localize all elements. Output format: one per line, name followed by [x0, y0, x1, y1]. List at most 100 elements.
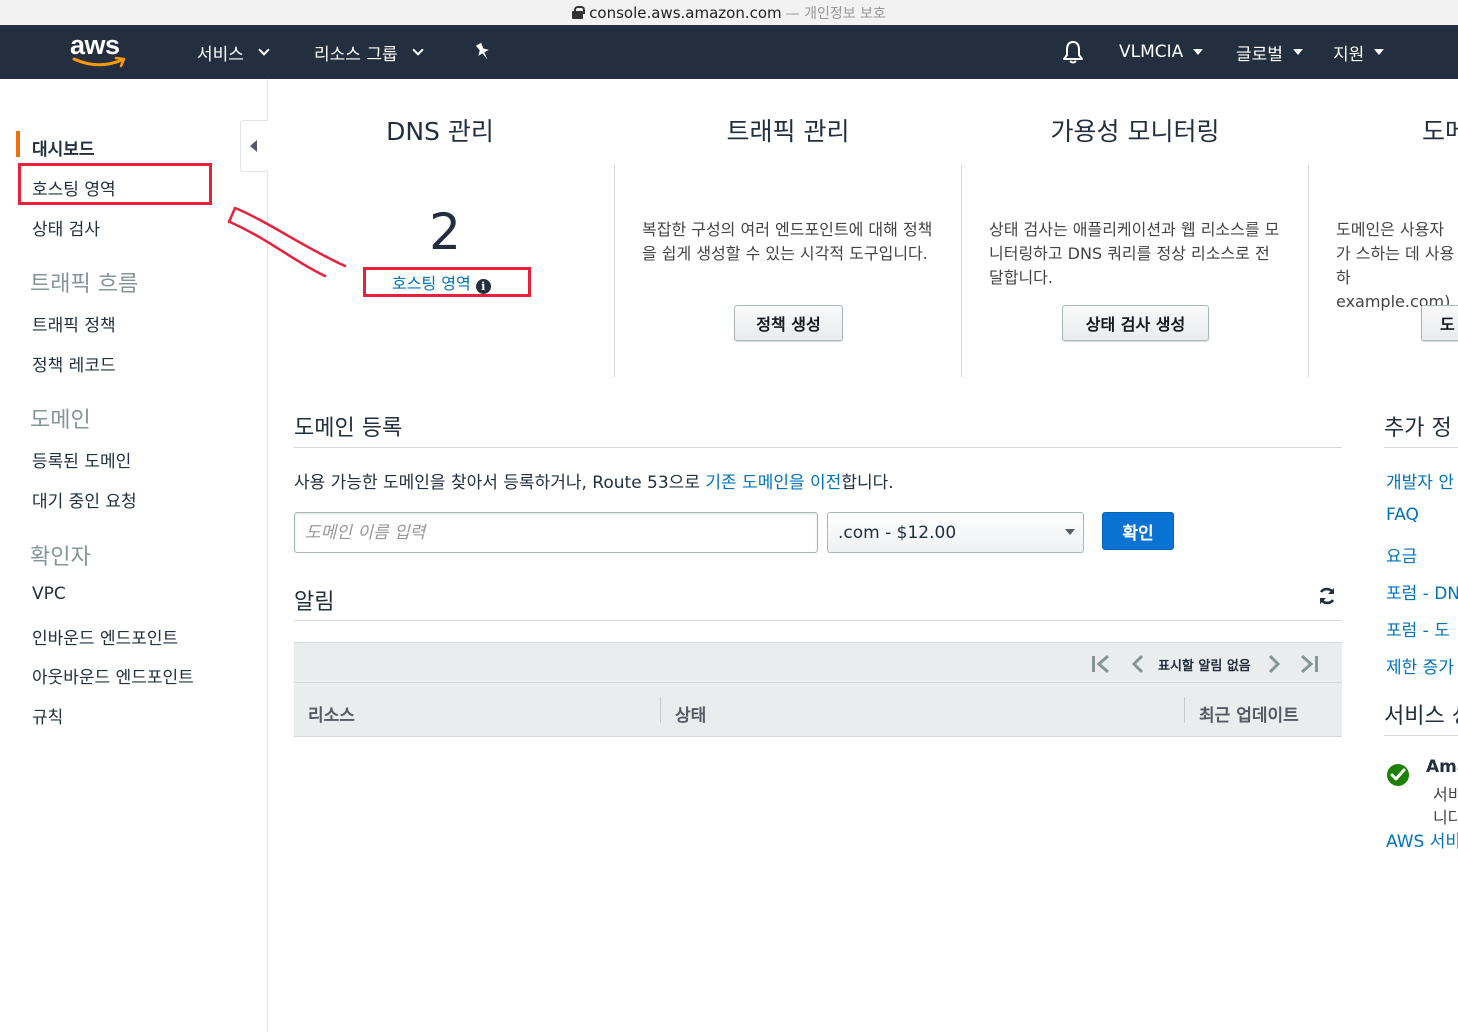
availability-monitoring-title: 가용성 모니터링: [1050, 117, 1220, 146]
info-icon[interactable]: i: [475, 279, 491, 294]
sidebar-item-vpc[interactable]: VPC: [32, 584, 66, 604]
support-label: 지원: [1333, 44, 1365, 65]
pricing-link[interactable]: 요금: [1386, 542, 1417, 567]
alerts-pager-bar: 표시할 알림 없음: [294, 642, 1342, 682]
register-domain-title: 도메인 등록: [294, 416, 403, 441]
sidebar-heading-traffic-flow: 트래픽 흐름: [30, 272, 139, 297]
service-status-line1: 서비: [1433, 785, 1458, 804]
column-header-last-updated[interactable]: 최근 업데이트: [1199, 701, 1299, 726]
column-divider: [961, 165, 962, 377]
pin-icon: [475, 42, 489, 60]
traffic-description: 복잡한 구성의 여러 엔드포인트에 대해 정책을 쉽게 생성할 수 있는 시각적…: [642, 220, 933, 263]
tld-select[interactable]: .com - $12.00: [827, 512, 1084, 553]
previous-page-icon[interactable]: [1128, 654, 1150, 674]
faq-link[interactable]: FAQ: [1386, 505, 1419, 525]
refresh-icon[interactable]: [1317, 586, 1337, 606]
column-header-status[interactable]: 상태: [675, 701, 706, 726]
sidebar-item-dashboard[interactable]: 대시보드: [32, 135, 95, 160]
domain-column-button[interactable]: 도: [1421, 305, 1458, 341]
sidebar-item-traffic-policies[interactable]: 트래픽 정책: [32, 311, 116, 336]
register-desc-text: 사용 가능한 도메인을 찾아서 등록하거나, Route 53으로: [294, 473, 706, 493]
dns-management-title: DNS 관리: [386, 117, 494, 146]
resource-groups-label: 리소스 그룹: [314, 44, 398, 65]
sidebar-item-policy-records[interactable]: 정책 레코드: [32, 351, 116, 376]
hosted-zones-link[interactable]: 호스팅 영역: [392, 274, 471, 293]
column-divider: [614, 165, 615, 377]
domain-registration-title: 도메: [1422, 117, 1458, 146]
first-page-icon[interactable]: [1090, 654, 1112, 674]
forum-domains-link[interactable]: 포럼 - 도: [1386, 616, 1450, 641]
sidebar-item-pending-requests[interactable]: 대기 중인 요청: [32, 487, 137, 512]
service-status-name: Ama: [1426, 757, 1458, 777]
traffic-management-title: 트래픽 관리: [726, 117, 850, 146]
section-divider: [1384, 447, 1458, 448]
caret-down-icon: [1065, 529, 1075, 535]
notifications-button[interactable]: [1062, 25, 1084, 79]
pin-button[interactable]: [474, 25, 492, 79]
aws-logo[interactable]: aws: [70, 30, 130, 70]
additional-info-title: 추가 정: [1384, 416, 1452, 441]
section-divider: [1384, 735, 1458, 736]
hosted-zones-count: 2: [429, 203, 461, 261]
sidebar-heading-domains: 도메인: [30, 408, 91, 433]
account-name: VLMCIA: [1119, 42, 1184, 62]
aws-smile-icon: [72, 56, 126, 68]
region-label: 글로벌: [1236, 44, 1283, 65]
hosted-zones-link-wrap: 호스팅 영역 i: [392, 270, 491, 294]
column-divider: [1184, 697, 1185, 723]
aws-service-health-link[interactable]: AWS 서비: [1386, 827, 1458, 852]
lock-icon: [572, 6, 586, 19]
domain-description: 도메인은 사용자가 스하는 데 사용하 example.com).: [1336, 220, 1456, 311]
pager-status: 표시할 알림 없음: [1158, 659, 1251, 674]
alerts-title: 알림: [294, 590, 335, 615]
domain-name-input[interactable]: [294, 512, 818, 553]
sidebar-item-hosted-zones[interactable]: 호스팅 영역: [32, 175, 116, 200]
column-divider: [660, 697, 661, 723]
create-policy-button[interactable]: 정책 생성: [734, 305, 843, 341]
chevron-down-icon: [411, 44, 424, 56]
chevron-down-icon: [258, 44, 270, 56]
next-page-icon[interactable]: [1262, 654, 1284, 674]
sidebar-item-rules[interactable]: 규칙: [32, 703, 63, 728]
services-menu[interactable]: 서비스: [197, 25, 270, 79]
sidebar-heading-resolver: 확인자: [30, 545, 91, 570]
caret-down-icon: [1374, 49, 1385, 55]
sidebar-item-inbound-endpoints[interactable]: 인바운드 엔드포인트: [32, 624, 178, 649]
register-desc-text-end: 합니다.: [841, 473, 894, 493]
support-menu[interactable]: 지원: [1333, 25, 1385, 79]
alerts-table-header: 리소스 상태 최근 업데이트: [294, 682, 1342, 737]
resource-groups-menu[interactable]: 리소스 그룹: [314, 25, 424, 79]
last-page-icon[interactable]: [1298, 654, 1320, 674]
service-status-line2: 니다: [1433, 808, 1458, 827]
section-divider: [294, 620, 1342, 621]
column-divider: [1308, 165, 1309, 377]
bell-icon: [1063, 41, 1083, 64]
forum-dns-link[interactable]: 포럼 - DN: [1386, 579, 1458, 604]
caret-down-icon: [1193, 49, 1204, 55]
sidebar-collapse-button[interactable]: [240, 120, 268, 172]
register-domain-description: 사용 가능한 도메인을 찾아서 등록하거나, Route 53으로 기존 도메인…: [294, 468, 894, 493]
browser-privacy-label: — 개인정보 보호: [785, 5, 886, 22]
top-navigation: aws 서비스 리소스 그룹 VLMCIA 글로벌 지원: [0, 25, 1458, 79]
sidebar-item-health-checks[interactable]: 상태 검사: [32, 215, 100, 240]
availability-description: 상태 검사는 애플리케이션과 웹 리소스를 모니터링하고 DNS 쿼리를 정상 …: [989, 220, 1280, 287]
region-menu[interactable]: 글로벌: [1236, 25, 1303, 79]
check-domain-button[interactable]: 확인: [1102, 512, 1174, 550]
transfer-domain-link[interactable]: 기존 도메인을 이전: [705, 473, 841, 493]
column-header-resource[interactable]: 리소스: [308, 701, 355, 726]
sidebar-item-registered-domains[interactable]: 등록된 도메인: [32, 447, 131, 472]
annotation-arrow: [227, 206, 347, 278]
browser-url[interactable]: console.aws.amazon.com: [589, 4, 782, 22]
caret-down-icon: [1292, 49, 1303, 55]
tld-selected-value: .com - $12.00: [838, 522, 957, 543]
limit-increase-link[interactable]: 제한 증가: [1386, 653, 1454, 678]
account-menu[interactable]: VLMCIA: [1119, 25, 1204, 79]
services-menu-label: 서비스: [197, 44, 244, 65]
browser-url-bar: console.aws.amazon.com — 개인정보 보호: [0, 0, 1458, 25]
service-health-title: 서비스 성: [1384, 704, 1458, 729]
create-health-check-button[interactable]: 상태 검사 생성: [1062, 305, 1209, 341]
active-indicator: [16, 131, 20, 157]
sidebar-item-outbound-endpoints[interactable]: 아웃바운드 엔드포인트: [32, 663, 194, 688]
section-divider: [294, 447, 1342, 448]
developer-guide-link[interactable]: 개발자 안: [1386, 468, 1454, 493]
